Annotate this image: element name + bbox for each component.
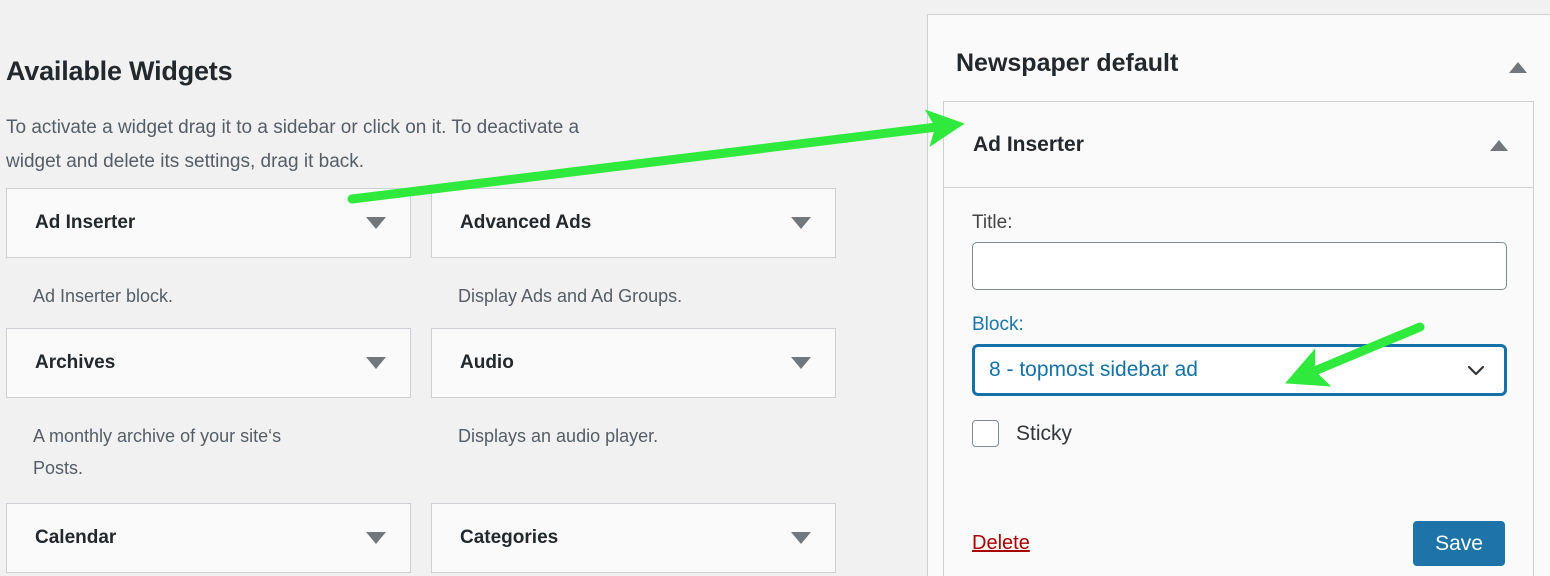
widget-title: Archives [35,352,116,373]
widget-title: Calendar [35,527,117,548]
chevron-down-icon[interactable] [366,357,386,369]
chevron-up-icon[interactable] [1490,140,1508,151]
widget-card-audio: Audio Displays an audio player. [431,328,836,452]
widget-card-categories: Categories [431,503,836,573]
sticky-option: Sticky [972,420,1505,447]
widget-handle-archives[interactable]: Archives [6,328,411,398]
widget-description: A monthly archive of your site‘s Posts. [33,426,282,478]
widget-title: Categories [460,527,559,548]
widget-row: Archives A monthly archive of your site‘… [6,328,918,503]
widget-handle-audio[interactable]: Audio [431,328,836,398]
widget-description: Display Ads and Ad Groups. [458,286,683,306]
sticky-label: Sticky [1016,421,1073,445]
widget-handle-categories[interactable]: Categories [431,503,836,573]
widgets-screen: Available Widgets To activate a widget d… [0,0,1550,576]
widget-card-ad-inserter: Ad Inserter Ad Inserter block. [6,188,411,312]
block-select-value: 8 - topmost sidebar ad [989,358,1198,381]
widget-card-archives: Archives A monthly archive of your site‘… [6,328,411,484]
chevron-down-icon[interactable] [366,532,386,544]
widget-row: Calendar Categories [6,503,918,573]
delete-link[interactable]: Delete [972,532,1030,555]
widget-panel-header[interactable]: Ad Inserter [944,102,1533,188]
widget-ad-inserter-panel: Ad Inserter Title: Block: 8 - topmost si… [943,101,1534,576]
page-title: Available Widgets [6,56,233,87]
widget-card-advanced-ads: Advanced Ads Display Ads and Ad Groups. [431,188,836,312]
widget-description: Ad Inserter block. [33,286,174,306]
widget-title: Audio [460,352,514,373]
widget-title: Advanced Ads [460,212,592,233]
available-widgets-pane: Available Widgets To activate a widget d… [0,0,927,576]
save-button[interactable]: Save [1413,521,1505,566]
chevron-down-icon[interactable] [791,357,811,369]
chevron-down-icon [1467,365,1485,376]
page-description: To activate a widget drag it to a sideba… [6,117,580,172]
block-field-label: Block: [972,314,1024,335]
block-field: Block: 8 - topmost sidebar ad [972,314,1507,396]
widget-handle-calendar[interactable]: Calendar [6,503,411,573]
widget-panel-footer: Delete Save [972,521,1505,566]
sidebar-title: Newspaper default [956,49,1179,77]
chevron-down-icon[interactable] [366,217,386,229]
chevron-up-icon[interactable] [1509,62,1527,73]
widget-row: Ad Inserter Ad Inserter block. Advanced … [6,188,918,328]
block-select[interactable]: 8 - topmost sidebar ad [972,344,1507,396]
chevron-down-icon[interactable] [791,532,811,544]
widget-card-calendar: Calendar [6,503,411,573]
widget-title: Ad Inserter [35,212,136,233]
widget-handle-ad-inserter[interactable]: Ad Inserter [6,188,411,258]
sidebar-panel: Newspaper default Ad Inserter Title: Blo… [927,14,1550,576]
title-input[interactable] [972,242,1507,290]
title-field-label: Title: [972,212,1013,233]
widget-panel-title: Ad Inserter [973,132,1084,156]
available-widgets-grid: Ad Inserter Ad Inserter block. Advanced … [6,188,918,573]
sticky-checkbox[interactable] [972,420,999,447]
widget-description: Displays an audio player. [458,426,659,446]
widget-handle-advanced-ads[interactable]: Advanced Ads [431,188,836,258]
widget-panel-body: Title: Block: 8 - topmost sidebar ad Sti… [944,188,1533,576]
chevron-down-icon[interactable] [791,217,811,229]
sidebar-header[interactable]: Newspaper default [928,15,1550,99]
